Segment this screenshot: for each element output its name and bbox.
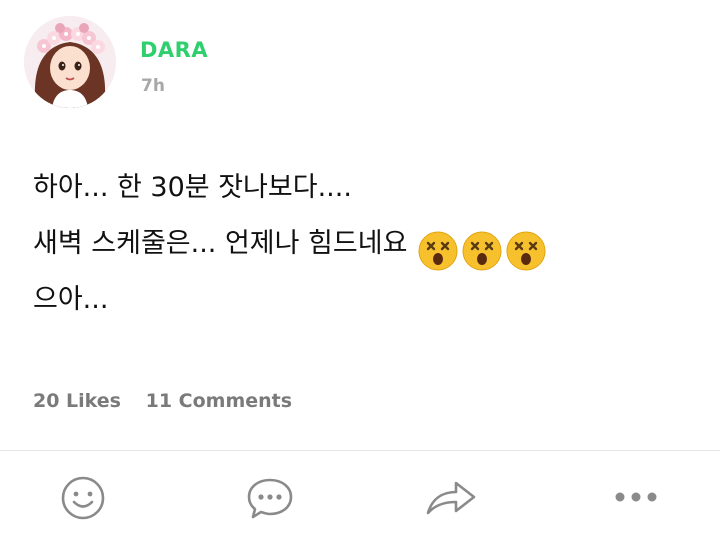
avatar[interactable] bbox=[24, 16, 116, 108]
post-text-line: 으아... bbox=[33, 284, 109, 315]
comment-button[interactable] bbox=[245, 473, 295, 523]
post-timestamp: 7h bbox=[141, 76, 165, 96]
share-icon bbox=[426, 481, 476, 515]
post-header: DARA 7h bbox=[0, 0, 720, 120]
post-text-line-with-emoji: 새벽 스케줄은... 언제나 힘드네요 bbox=[33, 216, 693, 272]
post-stats: 20 Likes 11 Comments bbox=[33, 390, 310, 412]
post-card: DARA 7h 하아... 한 30분 잣나보다.... 새벽 스케줄은... … bbox=[0, 0, 720, 539]
likes-count[interactable]: 20 Likes bbox=[33, 390, 121, 412]
more-button[interactable] bbox=[611, 473, 661, 523]
post-text-line: 하아... 한 30분 잣나보다.... bbox=[33, 172, 352, 203]
comments-count[interactable]: 11 Comments bbox=[146, 390, 292, 412]
dizzy-face-emoji bbox=[418, 231, 458, 271]
more-icon bbox=[615, 492, 657, 502]
share-button[interactable] bbox=[424, 473, 476, 523]
dizzy-face-emoji bbox=[506, 231, 546, 271]
smiley-icon bbox=[61, 476, 105, 520]
comment-icon bbox=[247, 478, 293, 519]
avatar-image bbox=[24, 16, 116, 108]
post-body: 하아... 한 30분 잣나보다.... 새벽 스케줄은... 언제나 힘드네요 bbox=[33, 160, 693, 328]
react-button[interactable] bbox=[58, 473, 108, 523]
dizzy-face-emoji bbox=[462, 231, 502, 271]
action-bar bbox=[0, 451, 720, 539]
emoji-group bbox=[417, 223, 549, 271]
author-name[interactable]: DARA bbox=[140, 38, 208, 62]
post-text-line: 새벽 스케줄은... 언제나 힘드네요 bbox=[33, 228, 408, 259]
